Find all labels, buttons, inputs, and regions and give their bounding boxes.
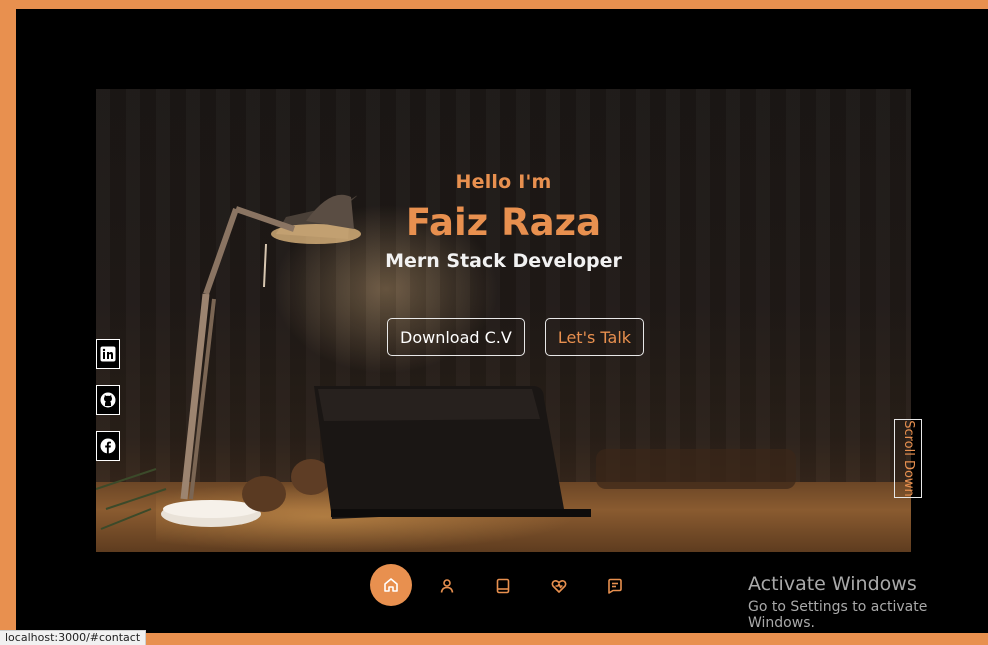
book-icon (496, 578, 510, 594)
greeting-text: Hello I'm (455, 171, 552, 193)
nav-home[interactable] (370, 564, 412, 606)
user-icon (440, 579, 454, 593)
nav-about[interactable] (426, 565, 468, 607)
watermark-title: Activate Windows (748, 573, 917, 595)
social-links (96, 339, 120, 461)
nav-contact[interactable] (594, 565, 636, 607)
windows-activation-watermark: Activate Windows Go to Settings to activ… (748, 573, 988, 631)
facebook-icon (100, 438, 116, 454)
home-icon (384, 578, 398, 592)
hero-role: Mern Stack Developer (385, 250, 622, 272)
scroll-down-label: Scroll Down (900, 420, 916, 497)
github-icon (100, 392, 116, 408)
hero-section: Hello I'm Faiz Raza Mern Stack Developer… (96, 89, 911, 552)
cta-buttons: Download C.V Let's Talk (387, 318, 645, 356)
linkedin-icon (100, 346, 116, 362)
tablet-image (314, 386, 591, 519)
github-link[interactable] (96, 385, 120, 415)
message-icon (608, 578, 622, 594)
lets-talk-button[interactable]: Let's Talk (544, 318, 645, 356)
nav-services[interactable] (538, 565, 580, 607)
scroll-down-link[interactable]: Scroll Down (894, 419, 922, 498)
hero-text-block: Hello I'm Faiz Raza Mern Stack Developer (96, 171, 911, 272)
facebook-link[interactable] (96, 431, 120, 461)
hero-name: Faiz Raza (405, 201, 602, 244)
heart-icon (551, 579, 567, 593)
download-cv-button[interactable]: Download C.V (387, 318, 525, 356)
linkedin-link[interactable] (96, 339, 120, 369)
watermark-subtitle: Go to Settings to activate Windows. (748, 599, 928, 631)
browser-status-bar: localhost:3000/#contact (0, 630, 147, 645)
nav-experience[interactable] (482, 565, 524, 607)
